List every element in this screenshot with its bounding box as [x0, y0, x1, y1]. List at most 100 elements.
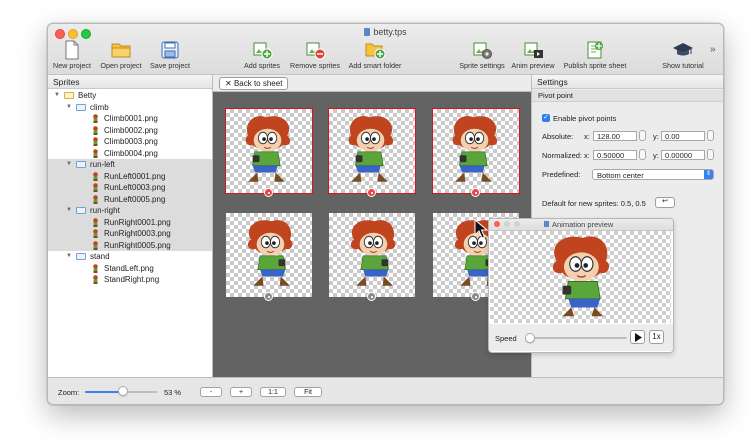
- publish-sprite-sheet-button[interactable]: Publish sprite sheet: [560, 40, 630, 72]
- normalized-x-stepper[interactable]: [639, 149, 646, 160]
- remove-sprites-button[interactable]: Remove sprites: [288, 40, 342, 72]
- add-smart-folder-button[interactable]: Add smart folder: [345, 40, 405, 72]
- pivot-point-marker[interactable]: [264, 292, 273, 301]
- speed-slider-knob[interactable]: [525, 333, 535, 343]
- open-project-button[interactable]: Open project: [99, 40, 143, 72]
- play-button[interactable]: [630, 330, 645, 344]
- tree-sprite-row[interactable]: StandLeft.png: [48, 263, 212, 275]
- tree-sprite-row[interactable]: Climb0001.png: [48, 113, 212, 125]
- add-sprite-icon: [253, 42, 273, 60]
- tree-sprite-row[interactable]: Climb0002.png: [48, 125, 212, 137]
- minimize-preview-button[interactable]: [504, 221, 510, 227]
- app-window: betty.tps New project Open project Save …: [47, 23, 724, 405]
- tree-sprite-row[interactable]: RunRight0005.png: [48, 239, 212, 251]
- betty-sprite: [350, 220, 396, 286]
- zoom-value: 53 %: [164, 388, 182, 397]
- tree-folder-row[interactable]: ▼ run-left: [48, 159, 212, 171]
- tree-sprite-label: StandRight.png: [104, 275, 160, 284]
- sprite-thumbnail-icon: [93, 240, 98, 250]
- disclosure-triangle-icon[interactable]: ▼: [66, 102, 72, 114]
- tree-sprite-label: RunLeft0003.png: [104, 183, 166, 192]
- tree-folder-row[interactable]: ▼ stand: [48, 251, 212, 263]
- tree-sprite-label: RunRight0003.png: [104, 229, 171, 238]
- document-icon: [364, 28, 371, 36]
- animation-preview-window: Animation preview Speed 1x: [488, 218, 674, 353]
- pivot-point-marker[interactable]: [367, 292, 376, 301]
- animation-preview-canvas: [490, 231, 671, 323]
- tree-folder-row[interactable]: ▼ Betty: [48, 90, 212, 102]
- show-tutorial-button[interactable]: Show tutorial: [660, 40, 706, 72]
- tree-sprite-row[interactable]: RunLeft0001.png: [48, 170, 212, 182]
- tree-folder-label: run-left: [90, 160, 115, 169]
- sprite-frame[interactable]: [225, 108, 313, 194]
- toolbar-overflow-button[interactable]: »: [710, 44, 716, 55]
- anim-preview-button[interactable]: Anim preview: [510, 40, 556, 72]
- new-project-button[interactable]: New project: [52, 40, 92, 72]
- sprite-frame[interactable]: [328, 108, 416, 194]
- absolute-x-field[interactable]: 128.00: [593, 131, 637, 141]
- sprite-frame[interactable]: [329, 213, 415, 297]
- pivot-point-marker[interactable]: [471, 188, 480, 197]
- graduation-cap-icon: [673, 43, 693, 56]
- tree-sprite-row[interactable]: RunLeft0005.png: [48, 193, 212, 205]
- save-project-label: Save project: [150, 61, 190, 70]
- tree-folder-row[interactable]: ▼ run-right: [48, 205, 212, 217]
- tree-sprite-row[interactable]: StandRight.png: [48, 274, 212, 286]
- predefined-select[interactable]: Bottom center ⇕: [592, 169, 714, 180]
- zoom-actual-size-button[interactable]: 1:1: [260, 387, 286, 397]
- sprite-thumbnail-icon: [93, 217, 98, 227]
- animation-preview-title-text: Animation preview: [552, 220, 614, 229]
- zoom-in-button[interactable]: +: [230, 387, 252, 397]
- back-to-sheet-label: Back to sheet: [233, 79, 283, 88]
- disclosure-triangle-icon[interactable]: ▼: [66, 251, 72, 263]
- tree-folder-label: stand: [90, 252, 110, 261]
- pivot-point-marker[interactable]: [471, 292, 480, 301]
- save-project-button[interactable]: Save project: [148, 40, 192, 72]
- normalized-y-stepper[interactable]: [707, 149, 714, 160]
- tree-sprite-row[interactable]: Climb0004.png: [48, 148, 212, 160]
- zoom-slider-knob[interactable]: [118, 386, 129, 396]
- tree-folder-label: Betty: [78, 91, 97, 100]
- sprite-frame[interactable]: [226, 213, 312, 297]
- disclosure-triangle-icon[interactable]: ▼: [54, 90, 60, 102]
- apply-default-button[interactable]: ↩: [655, 197, 675, 208]
- zoom-out-button[interactable]: -: [200, 387, 222, 397]
- animation-controls: Speed 1x: [489, 324, 673, 351]
- tree-folder-row[interactable]: ▼ climb: [48, 102, 212, 114]
- normalized-label: Normalized:: [542, 151, 583, 160]
- close-preview-button[interactable]: [494, 221, 500, 227]
- disclosure-triangle-icon[interactable]: ▼: [66, 159, 72, 171]
- zoom-fit-button[interactable]: Fit: [294, 387, 322, 397]
- status-bar: Zoom: 53 % - + 1:1 Fit: [48, 377, 723, 404]
- betty-sprite: [245, 116, 291, 182]
- add-sprites-button[interactable]: Add sprites: [242, 40, 282, 72]
- tree-sprite-row[interactable]: RunRight0003.png: [48, 228, 212, 240]
- normalized-x-field[interactable]: 0.50000: [593, 150, 637, 160]
- speed-slider-track[interactable]: [527, 337, 627, 339]
- enable-pivot-checkbox[interactable]: ✓: [542, 114, 550, 122]
- sprite-frame[interactable]: [432, 108, 520, 194]
- pivot-point-marker[interactable]: [264, 188, 273, 197]
- chevron-updown-icon: ⇕: [704, 170, 713, 179]
- back-to-sheet-button[interactable]: ✕ Back to sheet: [219, 77, 289, 90]
- tree-sprite-row[interactable]: Climb0003.png: [48, 136, 212, 148]
- absolute-y-stepper[interactable]: [707, 130, 714, 141]
- animation-preview-title: Animation preview: [544, 219, 613, 230]
- normalized-y-field[interactable]: 0.00000: [661, 150, 705, 160]
- pivot-point-marker[interactable]: [367, 188, 376, 197]
- add-smart-folder-label: Add smart folder: [348, 61, 402, 70]
- tree-sprite-label: RunRight0005.png: [104, 240, 171, 250]
- tree-sprite-row[interactable]: RunLeft0003.png: [48, 182, 212, 194]
- speed-rate-button[interactable]: 1x: [649, 330, 664, 344]
- sprite-settings-label: Sprite settings: [459, 61, 505, 70]
- normalized-y-label: y:: [653, 151, 659, 160]
- sprite-thumbnail-icon: [93, 171, 98, 181]
- betty-sprite: [247, 220, 293, 286]
- zoom-preview-button[interactable]: [514, 221, 520, 227]
- disclosure-triangle-icon[interactable]: ▼: [66, 205, 72, 217]
- canvas-toolbar: ✕ Back to sheet: [213, 75, 531, 92]
- sprite-settings-button[interactable]: Sprite settings: [456, 40, 508, 72]
- absolute-y-field[interactable]: 0.00: [661, 131, 705, 141]
- absolute-x-stepper[interactable]: [639, 130, 646, 141]
- tree-sprite-row[interactable]: RunRight0001.png: [48, 216, 212, 228]
